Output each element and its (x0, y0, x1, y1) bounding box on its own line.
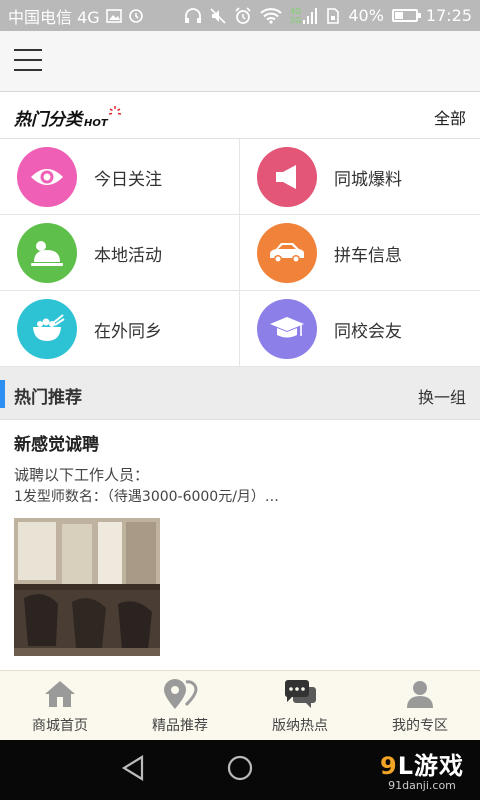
category-today-focus[interactable]: 今日关注 (0, 139, 240, 215)
tab-featured[interactable]: 精品推荐 (120, 671, 240, 740)
tab-my-zone[interactable]: 我的专区 (360, 671, 480, 740)
hot-badge: HOT (84, 118, 108, 129)
home-circle-icon[interactable] (226, 754, 254, 786)
section-title: 热门推荐 (14, 388, 82, 408)
view-all-link[interactable]: 全部 (434, 105, 466, 129)
hot-category-header: 热门分类 HOT 全部 (0, 93, 480, 139)
post-summary-line: 1发型师数名：（待遇3000-6000元/月）… (14, 489, 279, 505)
signal-icon: 4G 2G (290, 6, 318, 26)
graduation-cap-icon (270, 317, 304, 338)
category-2-circle (17, 223, 77, 283)
tab-mall-home[interactable]: 商城首页 (0, 671, 120, 740)
megaphone-icon (276, 165, 296, 189)
battery-percent: 40% (348, 6, 384, 25)
svg-text:4G: 4G (290, 7, 301, 16)
back-icon[interactable] (120, 754, 146, 786)
category-carpool[interactable]: 拼车信息 (240, 215, 480, 291)
watermark-domain: 91danji.com (388, 779, 456, 792)
hot-burst-icon (108, 103, 121, 122)
user-icon (360, 679, 480, 711)
battery-icon (391, 9, 421, 22)
clock: 17:25 (425, 6, 472, 25)
category-local-events[interactable]: 本地活动 (0, 215, 240, 291)
mute-icon (210, 7, 226, 24)
status-bar: 中国电信 4G 4G 2G 40% 17:25 (0, 0, 480, 31)
watermark: 9L游戏 91danji.com (380, 746, 464, 792)
chat-icon (240, 679, 360, 711)
category-grid: 今日关注 同城爆料 本地活动 拼车信息 在外同乡 同校会友 (0, 139, 480, 367)
category-label: 在外同乡 (94, 322, 162, 342)
post-thumbnail (14, 518, 160, 656)
battery-fill (394, 12, 403, 19)
hot-category-logo-text: 热门分类 (14, 110, 82, 130)
category-label: 拼车信息 (334, 246, 402, 266)
hamburger-menu-icon[interactable] (14, 49, 42, 73)
section-accent (0, 380, 5, 408)
tab-label: 版纳热点 (272, 718, 328, 734)
sim-icon (326, 7, 340, 24)
event-icon (31, 241, 63, 266)
image-icon (105, 8, 122, 23)
post-title: 新感觉诚聘 (14, 435, 99, 455)
headphones-icon (184, 7, 202, 24)
bottom-tab-bar: 商城首页 精品推荐 版纳热点 我的专区 (0, 670, 480, 740)
bowl-icon (33, 314, 65, 341)
tab-label: 我的专区 (392, 718, 448, 734)
wifi-icon (260, 7, 282, 24)
category-3-circle (257, 223, 317, 283)
car-icon (270, 243, 304, 263)
category-0-circle (17, 147, 77, 207)
tab-banna-hot[interactable]: 版纳热点 (240, 671, 360, 740)
status-right: 4G 2G 40% 17:25 (184, 6, 472, 26)
category-label: 今日关注 (94, 170, 162, 190)
hot-recommend-bar: 热门推荐 换一组 (0, 367, 480, 420)
category-4-circle (17, 299, 77, 359)
eye-icon (31, 169, 63, 185)
post-summary-line: 诚聘以下工作人员： (14, 466, 150, 484)
category-label: 同校会友 (334, 322, 402, 342)
category-alumni[interactable]: 同校会友 (240, 291, 480, 367)
tab-label: 精品推荐 (152, 718, 208, 734)
home-icon (0, 679, 120, 711)
android-nav-bar: 9L游戏 91danji.com (0, 740, 480, 800)
status-left: 中国电信 4G (8, 4, 144, 28)
category-fellow-townsmen[interactable]: 在外同乡 (0, 291, 240, 367)
tab-label: 商城首页 (32, 718, 88, 734)
category-label: 本地活动 (94, 246, 162, 266)
hot-category-logo: 热门分类 HOT (14, 103, 121, 130)
sync-icon (128, 8, 144, 24)
app-header (0, 31, 480, 92)
category-1-circle (257, 147, 317, 207)
alarm-icon (234, 6, 252, 25)
map-pin-icon (120, 679, 240, 711)
svg-text:2G: 2G (290, 16, 301, 25)
category-5-circle (257, 299, 317, 359)
switch-group-button[interactable]: 换一组 (418, 384, 466, 408)
category-city-news[interactable]: 同城爆料 (240, 139, 480, 215)
category-label: 同城爆料 (334, 170, 402, 190)
post-item[interactable]: 新感觉诚聘 诚聘以下工作人员： 1发型师数名：（待遇3000-6000元/月）… (0, 420, 480, 670)
carrier-label: 中国电信 4G (8, 7, 100, 27)
watermark-brand: 9L游戏 (380, 752, 464, 780)
